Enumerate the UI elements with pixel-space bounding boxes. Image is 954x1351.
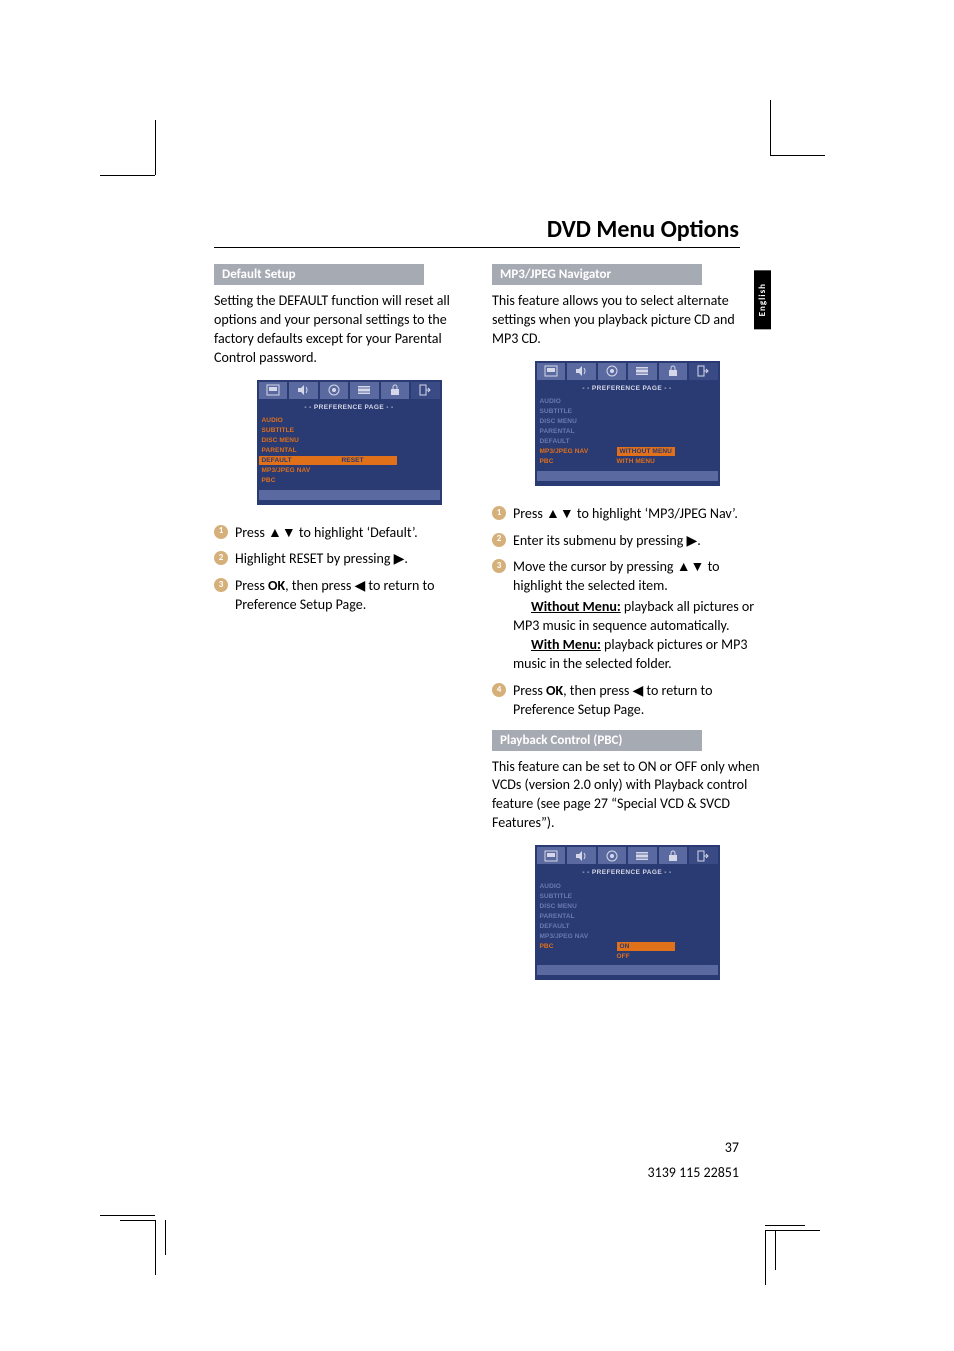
osd-item: MP3/JPEG NAV	[262, 467, 339, 474]
step-2: 2 Highlight RESET by pressing ▶.	[214, 549, 484, 569]
osd-tab-exit-icon	[689, 847, 718, 864]
step-text: Move the cursor by pressing ▲▼ to highli…	[513, 558, 720, 594]
heading-mp3-jpeg: MP3/JPEG Navigator	[492, 264, 702, 285]
step-1: 1 Press ▲▼ to highlight ‘MP3/JPEG Nav’.	[492, 504, 762, 524]
step-bullet-icon: 3	[492, 559, 506, 573]
heading-default-setup: Default Setup	[214, 264, 424, 285]
title-rule	[214, 247, 740, 248]
document-id: 3139 115 22851	[648, 1164, 739, 1181]
osd-footer	[537, 471, 718, 481]
step-text: Press ▲▼ to highlight ‘Default’.	[235, 524, 418, 541]
osd-tab-lock-icon	[659, 847, 688, 864]
osd-item: MP3/JPEG NAV	[540, 933, 617, 940]
without-menu-label: Without Menu:	[531, 598, 621, 615]
pbc-intro: This feature can be set to ON or OFF onl…	[492, 758, 762, 834]
osd-value: WITH MENU	[617, 458, 715, 465]
osd-tab-video-icon	[628, 363, 657, 380]
left-column: Default Setup Setting the DEFAULT functi…	[214, 264, 484, 622]
osd-value-selected: WITHOUT MENU	[617, 447, 675, 456]
step-text: Enter its submenu by pressing ▶.	[513, 532, 701, 549]
osd-item: PBC	[540, 458, 617, 465]
osd-footer	[259, 490, 440, 500]
osd-tab-speaker-icon	[567, 847, 596, 864]
osd-page-title: - - PREFERENCE PAGE - -	[535, 380, 720, 397]
osd-item: DISC MENU	[262, 437, 339, 444]
osd-item-selected: MP3/JPEG NAV	[540, 448, 617, 455]
step-text: Highlight RESET by pressing ▶.	[235, 550, 408, 567]
osd-item: DISC MENU	[540, 903, 617, 910]
osd-tab-row	[535, 845, 720, 864]
osd-item: PARENTAL	[262, 447, 339, 454]
osd-tab-general-icon	[537, 363, 566, 380]
osd-item: PBC	[262, 477, 339, 484]
step-1: 1 Press ▲▼ to highlight ‘Default’.	[214, 523, 484, 543]
osd-tab-general-icon	[537, 847, 566, 864]
osd-tab-audio-icon	[598, 363, 627, 380]
osd-item: PARENTAL	[540, 913, 617, 920]
osd-page-title: - - PREFERENCE PAGE - -	[535, 864, 720, 881]
step-bullet-icon: 3	[214, 578, 228, 592]
osd-tab-lock-icon	[381, 382, 410, 399]
osd-mp3: - - PREFERENCE PAGE - - AUDIO SUBTITLE D…	[535, 361, 720, 486]
osd-item: PARENTAL	[540, 428, 617, 435]
osd-item: DEFAULT	[540, 438, 617, 445]
osd-item: AUDIO	[262, 417, 339, 424]
page-title: DVD Menu Options	[547, 215, 739, 244]
osd-item: SUBTITLE	[540, 408, 617, 415]
osd-default: - - PREFERENCE PAGE - - AUDIO SUBTITLE D…	[257, 380, 442, 505]
osd-footer	[537, 965, 718, 975]
osd-tab-video-icon	[350, 382, 379, 399]
step-bullet-icon: 2	[492, 533, 506, 547]
osd-tab-exit-icon	[411, 382, 440, 399]
default-intro: Setting the DEFAULT function will reset …	[214, 292, 484, 368]
osd-item-selected: DEFAULT	[259, 456, 342, 465]
with-menu-label: With Menu:	[531, 636, 601, 653]
step-bullet-icon: 1	[214, 525, 228, 539]
osd-page-title: - - PREFERENCE PAGE - -	[257, 399, 442, 416]
step-2: 2 Enter its submenu by pressing ▶.	[492, 531, 762, 551]
osd-item-selected: PBC	[540, 943, 617, 950]
mp3-intro: This feature allows you to select altern…	[492, 292, 762, 349]
step-3: 3 Move the cursor by pressing ▲▼ to high…	[492, 557, 762, 673]
step-3: 3 Press OK, then press ◀ to return to Pre…	[214, 576, 484, 615]
osd-item: AUDIO	[540, 883, 617, 890]
osd-value-selected: RESET	[339, 456, 397, 465]
osd-tab-speaker-icon	[567, 363, 596, 380]
osd-item: SUBTITLE	[540, 893, 617, 900]
osd-item: AUDIO	[540, 398, 617, 405]
osd-tab-row	[257, 380, 442, 399]
step-4: 4 Press OK, then press ◀ to return to Pre…	[492, 681, 762, 720]
osd-tab-video-icon	[628, 847, 657, 864]
osd-item: DEFAULT	[540, 923, 617, 930]
right-column: MP3/JPEG Navigator This feature allows y…	[492, 264, 762, 998]
osd-item: SUBTITLE	[262, 427, 339, 434]
osd-blank	[540, 953, 617, 960]
osd-tab-exit-icon	[689, 363, 718, 380]
osd-tab-general-icon	[259, 382, 288, 399]
osd-tab-lock-icon	[659, 363, 688, 380]
osd-pbc: - - PREFERENCE PAGE - - AUDIO SUBTITLE D…	[535, 845, 720, 980]
osd-tab-row	[535, 361, 720, 380]
step-bullet-icon: 2	[214, 551, 228, 565]
osd-tab-audio-icon	[320, 382, 349, 399]
osd-item: DISC MENU	[540, 418, 617, 425]
osd-tab-audio-icon	[598, 847, 627, 864]
osd-tab-speaker-icon	[289, 382, 318, 399]
osd-value: OFF	[617, 953, 715, 960]
step-text: Press ▲▼ to highlight ‘MP3/JPEG Nav’.	[513, 505, 738, 522]
step-bullet-icon: 1	[492, 506, 506, 520]
step-text: Press OK, then press ◀ to return to Pref…	[513, 682, 712, 718]
heading-pbc: Playback Control (PBC)	[492, 730, 702, 751]
osd-value-selected: ON	[617, 942, 675, 951]
page-number: 37	[725, 1139, 739, 1156]
step-text: Press OK, then press ◀ to return to Pref…	[235, 577, 434, 613]
step-bullet-icon: 4	[492, 683, 506, 697]
